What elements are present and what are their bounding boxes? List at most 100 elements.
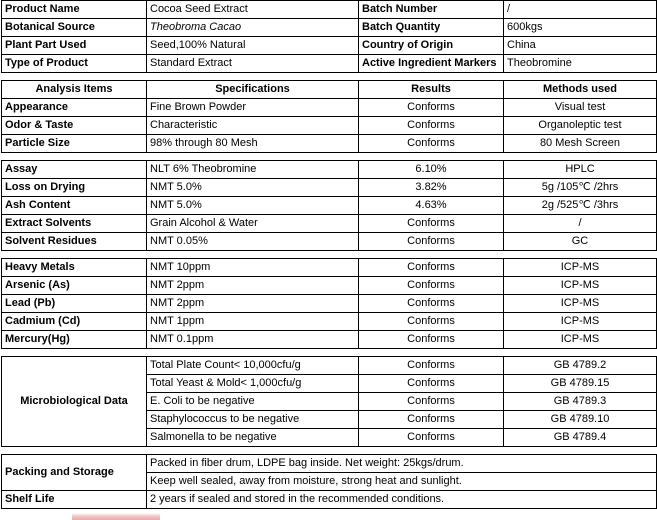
analysis-item: Assay (1, 160, 147, 179)
analysis-item: Appearance (1, 98, 147, 117)
analysis-item: Odor & Taste (1, 116, 147, 135)
table-row: Assay NLT 6% Theobromine 6.10% HPLC (1, 160, 657, 179)
analysis-method: GB 4789.2 (503, 356, 657, 375)
product-info-table: Product Name Cocoa Seed Extract Batch Nu… (1, 0, 657, 73)
analysis-result: Conforms (358, 312, 504, 331)
analysis-result: Conforms (358, 392, 504, 411)
analysis-result: 4.63% (358, 196, 504, 215)
analysis-method: GB 4789.4 (503, 428, 657, 447)
analysis-method: / (503, 214, 657, 233)
table-row: Odor & Taste Characteristic Conforms Org… (1, 116, 657, 135)
column-header-methods-used: Methods used (503, 80, 657, 99)
analysis-result: 6.10% (358, 160, 504, 179)
microbiological-data-label: Microbiological Data (1, 356, 147, 447)
analysis-spec: Grain Alcohol & Water (146, 214, 359, 233)
shelf-life-label: Shelf Life (1, 490, 147, 509)
type-of-product-label: Type of Product (1, 54, 147, 73)
analysis-result: Conforms (358, 134, 504, 153)
packing-and-storage-label: Packing and Storage (1, 454, 147, 491)
plant-part-used-label: Plant Part Used (1, 36, 147, 55)
analysis-spec: NMT 0.05% (146, 232, 359, 251)
analysis-spec: NLT 6% Theobromine (146, 160, 359, 179)
analysis-method: ICP-MS (503, 312, 657, 331)
analysis-spec: Characteristic (146, 116, 359, 135)
packing-line-1: Packed in fiber drum, LDPE bag inside. N… (146, 454, 657, 473)
analysis-method: ICP-MS (503, 276, 657, 295)
table-row: Ash Content NMT 5.0% 4.63% 2g /525℃ /3hr… (1, 196, 657, 215)
batch-number-label: Batch Number (358, 0, 504, 19)
table-row: Packing and Storage Packed in fiber drum… (1, 454, 657, 491)
table-row: Cadmium (Cd) NMT 1ppm Conforms ICP-MS (1, 312, 657, 331)
plant-part-used-value: Seed,100% Natural (146, 36, 359, 55)
analysis-method: Visual test (503, 98, 657, 117)
analysis-method: 5g /105℃ /2hrs (503, 178, 657, 197)
analysis-spec: Salmonella to be negative (146, 428, 359, 447)
table-row: Type of Product Standard Extract Active … (1, 54, 657, 73)
table-row: Arsenic (As) NMT 2ppm Conforms ICP-MS (1, 276, 657, 295)
table-row: Extract Solvents Grain Alcohol & Water C… (1, 214, 657, 233)
analysis-method: GB 4789.3 (503, 392, 657, 411)
analysis-result: Conforms (358, 410, 504, 429)
botanical-source-label: Botanical Source (1, 18, 147, 37)
analysis-result: Conforms (358, 214, 504, 233)
table-row: Mercury(Hg) NMT 0.1ppm Conforms ICP-MS (1, 330, 657, 349)
table-row: Particle Size 98% through 80 Mesh Confor… (1, 134, 657, 153)
active-ingredient-markers-value: Theobromine (503, 54, 657, 73)
active-ingredient-markers-label: Active Ingredient Markers (358, 54, 504, 73)
analysis-item: Extract Solvents (1, 214, 147, 233)
batch-quantity-label: Batch Quantity (358, 18, 504, 37)
analysis-method: GB 4789.15 (503, 374, 657, 393)
column-header-specifications: Specifications (146, 80, 359, 99)
analysis-spec: NMT 2ppm (146, 294, 359, 313)
analysis-result: Conforms (358, 232, 504, 251)
table-row: Solvent Residues NMT 0.05% Conforms GC (1, 232, 657, 251)
analysis-item: Heavy Metals (1, 258, 147, 277)
column-header-analysis-items: Analysis Items (1, 80, 147, 99)
organoleptic-table: Analysis Items Specifications Results Me… (1, 80, 657, 153)
table-row: Botanical Source Theobroma Cacao Batch Q… (1, 18, 657, 37)
botanical-source-value: Theobroma Cacao (146, 18, 359, 37)
packing-line-2: Keep well sealed, away from moisture, st… (146, 472, 657, 491)
analysis-spec: NMT 0.1ppm (146, 330, 359, 349)
analysis-spec: Total Plate Count< 10,000cfu/g (146, 356, 359, 375)
analysis-method: Organoleptic test (503, 116, 657, 135)
microbiological-table: Microbiological Data Total Plate Count< … (1, 356, 657, 447)
batch-number-value: / (503, 0, 657, 19)
table-row: Microbiological Data Total Plate Count< … (1, 356, 657, 447)
table-row: Loss on Drying NMT 5.0% 3.82% 5g /105℃ /… (1, 178, 657, 197)
analysis-spec: NMT 5.0% (146, 178, 359, 197)
analysis-method: ICP-MS (503, 330, 657, 349)
table-row: Product Name Cocoa Seed Extract Batch Nu… (1, 0, 657, 19)
analysis-item: Ash Content (1, 196, 147, 215)
analysis-result: 3.82% (358, 178, 504, 197)
country-of-origin-value: China (503, 36, 657, 55)
analysis-item: Particle Size (1, 134, 147, 153)
analysis-result: Conforms (358, 98, 504, 117)
table-header-row: Analysis Items Specifications Results Me… (1, 80, 657, 99)
analysis-result: Conforms (358, 428, 504, 447)
analysis-method: 80 Mesh Screen (503, 134, 657, 153)
analysis-result: Conforms (358, 330, 504, 349)
analysis-result: Conforms (358, 116, 504, 135)
analysis-method: GB 4789.10 (503, 410, 657, 429)
column-header-results: Results (358, 80, 504, 99)
analysis-spec: Total Yeast & Mold< 1,000cfu/g (146, 374, 359, 393)
analysis-item: Lead (Pb) (1, 294, 147, 313)
analysis-spec: Staphylococcus to be negative (146, 410, 359, 429)
table-row: Heavy Metals NMT 10ppm Conforms ICP-MS (1, 258, 657, 277)
type-of-product-value: Standard Extract (146, 54, 359, 73)
physicochemical-table: Assay NLT 6% Theobromine 6.10% HPLC Loss… (1, 160, 657, 251)
analysis-spec: Fine Brown Powder (146, 98, 359, 117)
table-row: Shelf Life 2 years if sealed and stored … (1, 490, 657, 509)
analysis-item: Mercury(Hg) (1, 330, 147, 349)
analysis-result: Conforms (358, 258, 504, 277)
shelf-life-value: 2 years if sealed and stored in the reco… (146, 490, 657, 509)
table-row: Lead (Pb) NMT 2ppm Conforms ICP-MS (1, 294, 657, 313)
analysis-method: ICP-MS (503, 294, 657, 313)
analysis-spec: NMT 1ppm (146, 312, 359, 331)
analysis-method: ICP-MS (503, 258, 657, 277)
